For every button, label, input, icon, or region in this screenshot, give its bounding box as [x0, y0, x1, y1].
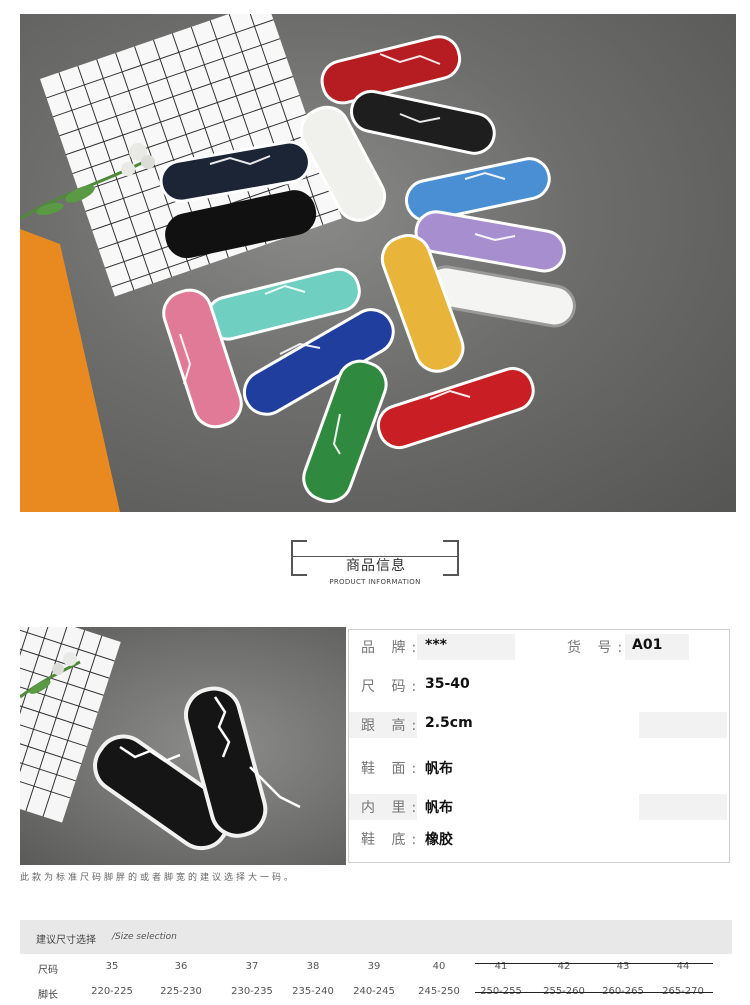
size-cell: 36 [174, 961, 188, 972]
title-divider [291, 556, 459, 557]
spec-label: 品 牌: [361, 640, 423, 656]
spec-value: 帆布 [425, 800, 453, 816]
length-cell: 225-230 [160, 986, 202, 997]
spec-label: 鞋 底: [361, 832, 423, 848]
section-title: 商品信息 PRODUCT INFORMATION [291, 540, 459, 586]
spec-row: 鞋 底: 橡胶 [349, 823, 729, 853]
spec-value: 橡胶 [425, 832, 453, 848]
size-cell: 40 [432, 961, 446, 972]
spec-value: 35-40 [425, 676, 470, 692]
length-cell: 235-240 [292, 986, 334, 997]
size-row-label: 尺码 [38, 965, 58, 976]
spec-value: A01 [632, 637, 663, 653]
size-table-title: 建议尺寸选择 [36, 935, 96, 946]
spec-label: 尺 码: [361, 679, 423, 695]
black-sneakers-photo [20, 627, 346, 865]
size-row: 尺码 35 36 37 38 39 40 41 42 43 44 [20, 954, 732, 980]
spec-table: 品 牌: *** 货 号: A01 尺 码: 35-40 跟 高: 2.5cm … [348, 629, 730, 863]
size-table-subtitle: /Size selection [112, 932, 177, 942]
spec-row: 内 里: 帆布 [349, 791, 729, 821]
strikethrough-line [475, 963, 713, 964]
length-cell: 240-245 [353, 986, 395, 997]
spec-value: 帆布 [425, 761, 453, 777]
spec-row: 鞋 面: 帆布 [349, 752, 729, 782]
spec-value: *** [425, 637, 447, 653]
size-cell: 38 [306, 961, 320, 972]
size-cell: 35 [105, 961, 119, 972]
section-title-en: PRODUCT INFORMATION [329, 578, 421, 586]
spec-row: 尺 码: 35-40 [349, 670, 729, 700]
title-bracket-right [443, 540, 459, 576]
spec-label: 鞋 面: [361, 761, 423, 777]
spec-row: 品 牌: *** 货 号: A01 [349, 631, 729, 661]
spec-value: 2.5cm [425, 715, 473, 731]
size-table-header: 建议尺寸选择 /Size selection [20, 920, 732, 954]
spec-label: 内 里: [361, 800, 423, 816]
length-row: 脚长 220-225 225-230 230-235 235-240 240-2… [20, 979, 732, 1005]
length-row-label: 脚长 [38, 990, 58, 1001]
size-cell: 37 [245, 961, 259, 972]
hero-product-photo [20, 14, 736, 512]
strikethrough-line [475, 992, 713, 993]
size-table: 建议尺寸选择 /Size selection 尺码 35 36 37 38 39… [20, 920, 732, 1005]
size-note: 此款为标准尺码脚胖的或者脚宽的建议选择大一码。 [20, 873, 297, 883]
spec-row: 跟 高: 2.5cm [349, 709, 729, 739]
section-title-cn: 商品信息 [331, 558, 421, 574]
size-cell: 39 [367, 961, 381, 972]
spec-label: 跟 高: [361, 718, 423, 734]
title-bracket-left [291, 540, 307, 576]
length-cell: 245-250 [418, 986, 460, 997]
length-cell: 230-235 [231, 986, 273, 997]
length-cell: 220-225 [91, 986, 133, 997]
spec-label: 货 号: [567, 640, 629, 656]
